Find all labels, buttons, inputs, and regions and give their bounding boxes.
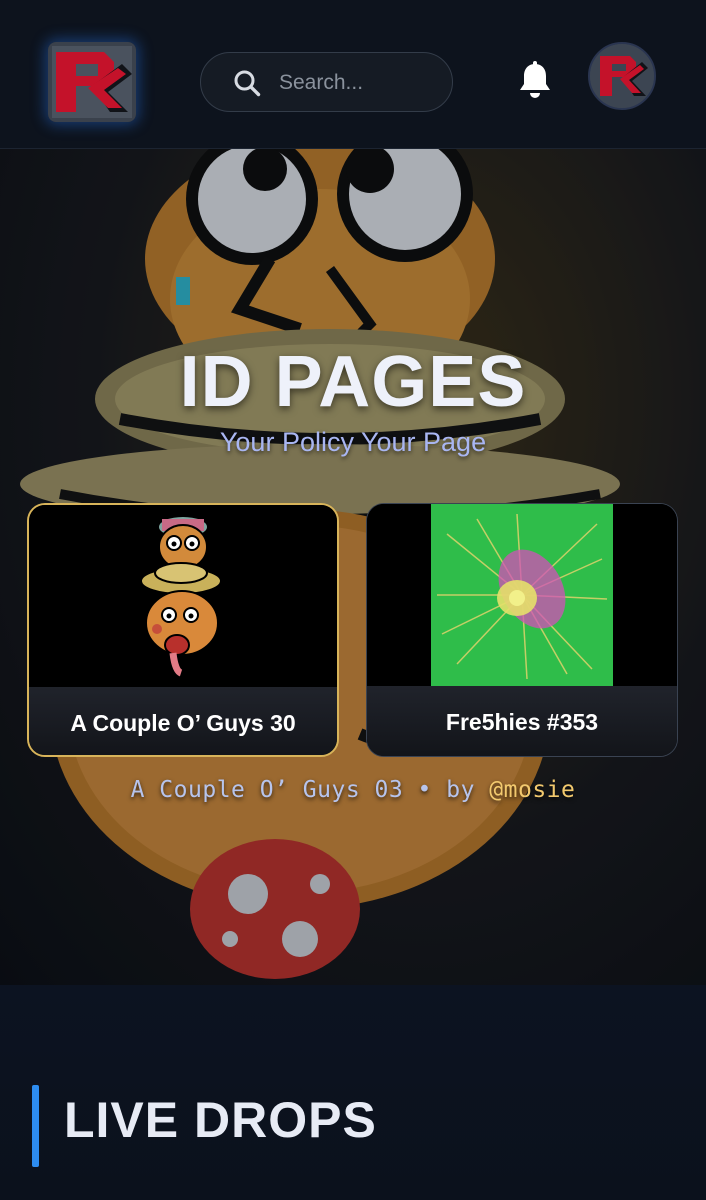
user-avatar[interactable] [588, 42, 656, 110]
featured-caption-text: A Couple O’ Guys 03 • by [130, 777, 490, 803]
brand-logo-icon[interactable] [48, 42, 136, 122]
nft-card-label: A Couple O’ Guys 30 [29, 687, 337, 755]
nft-card-label: Fre5hies #353 [367, 686, 677, 756]
search-input[interactable] [277, 67, 441, 99]
nft-card-image [29, 505, 337, 687]
nft-card[interactable]: Fre5hies #353 [366, 503, 678, 757]
page-title: ID PAGES [179, 342, 527, 422]
creator-handle-link[interactable]: @mosie [489, 777, 575, 803]
nft-card-selected[interactable]: A Couple O’ Guys 30 [27, 503, 339, 757]
live-drops-section: LIVE DROPS [0, 985, 706, 1200]
featured-caption: A Couple O’ Guys 03 • by @mosie [0, 777, 706, 803]
nft-card-image [367, 504, 677, 686]
section-accent-bar [32, 1085, 39, 1167]
page-subtitle: Your Policy Your Page [219, 427, 487, 457]
hero-section: ID PAGES Your Policy Your Page A Couple … [0, 149, 706, 985]
search-icon [234, 70, 261, 97]
search-bar[interactable] [200, 52, 453, 112]
bell-icon[interactable] [517, 60, 553, 100]
section-title: LIVE DROPS [64, 1092, 377, 1148]
top-navigation-bar [0, 0, 706, 149]
